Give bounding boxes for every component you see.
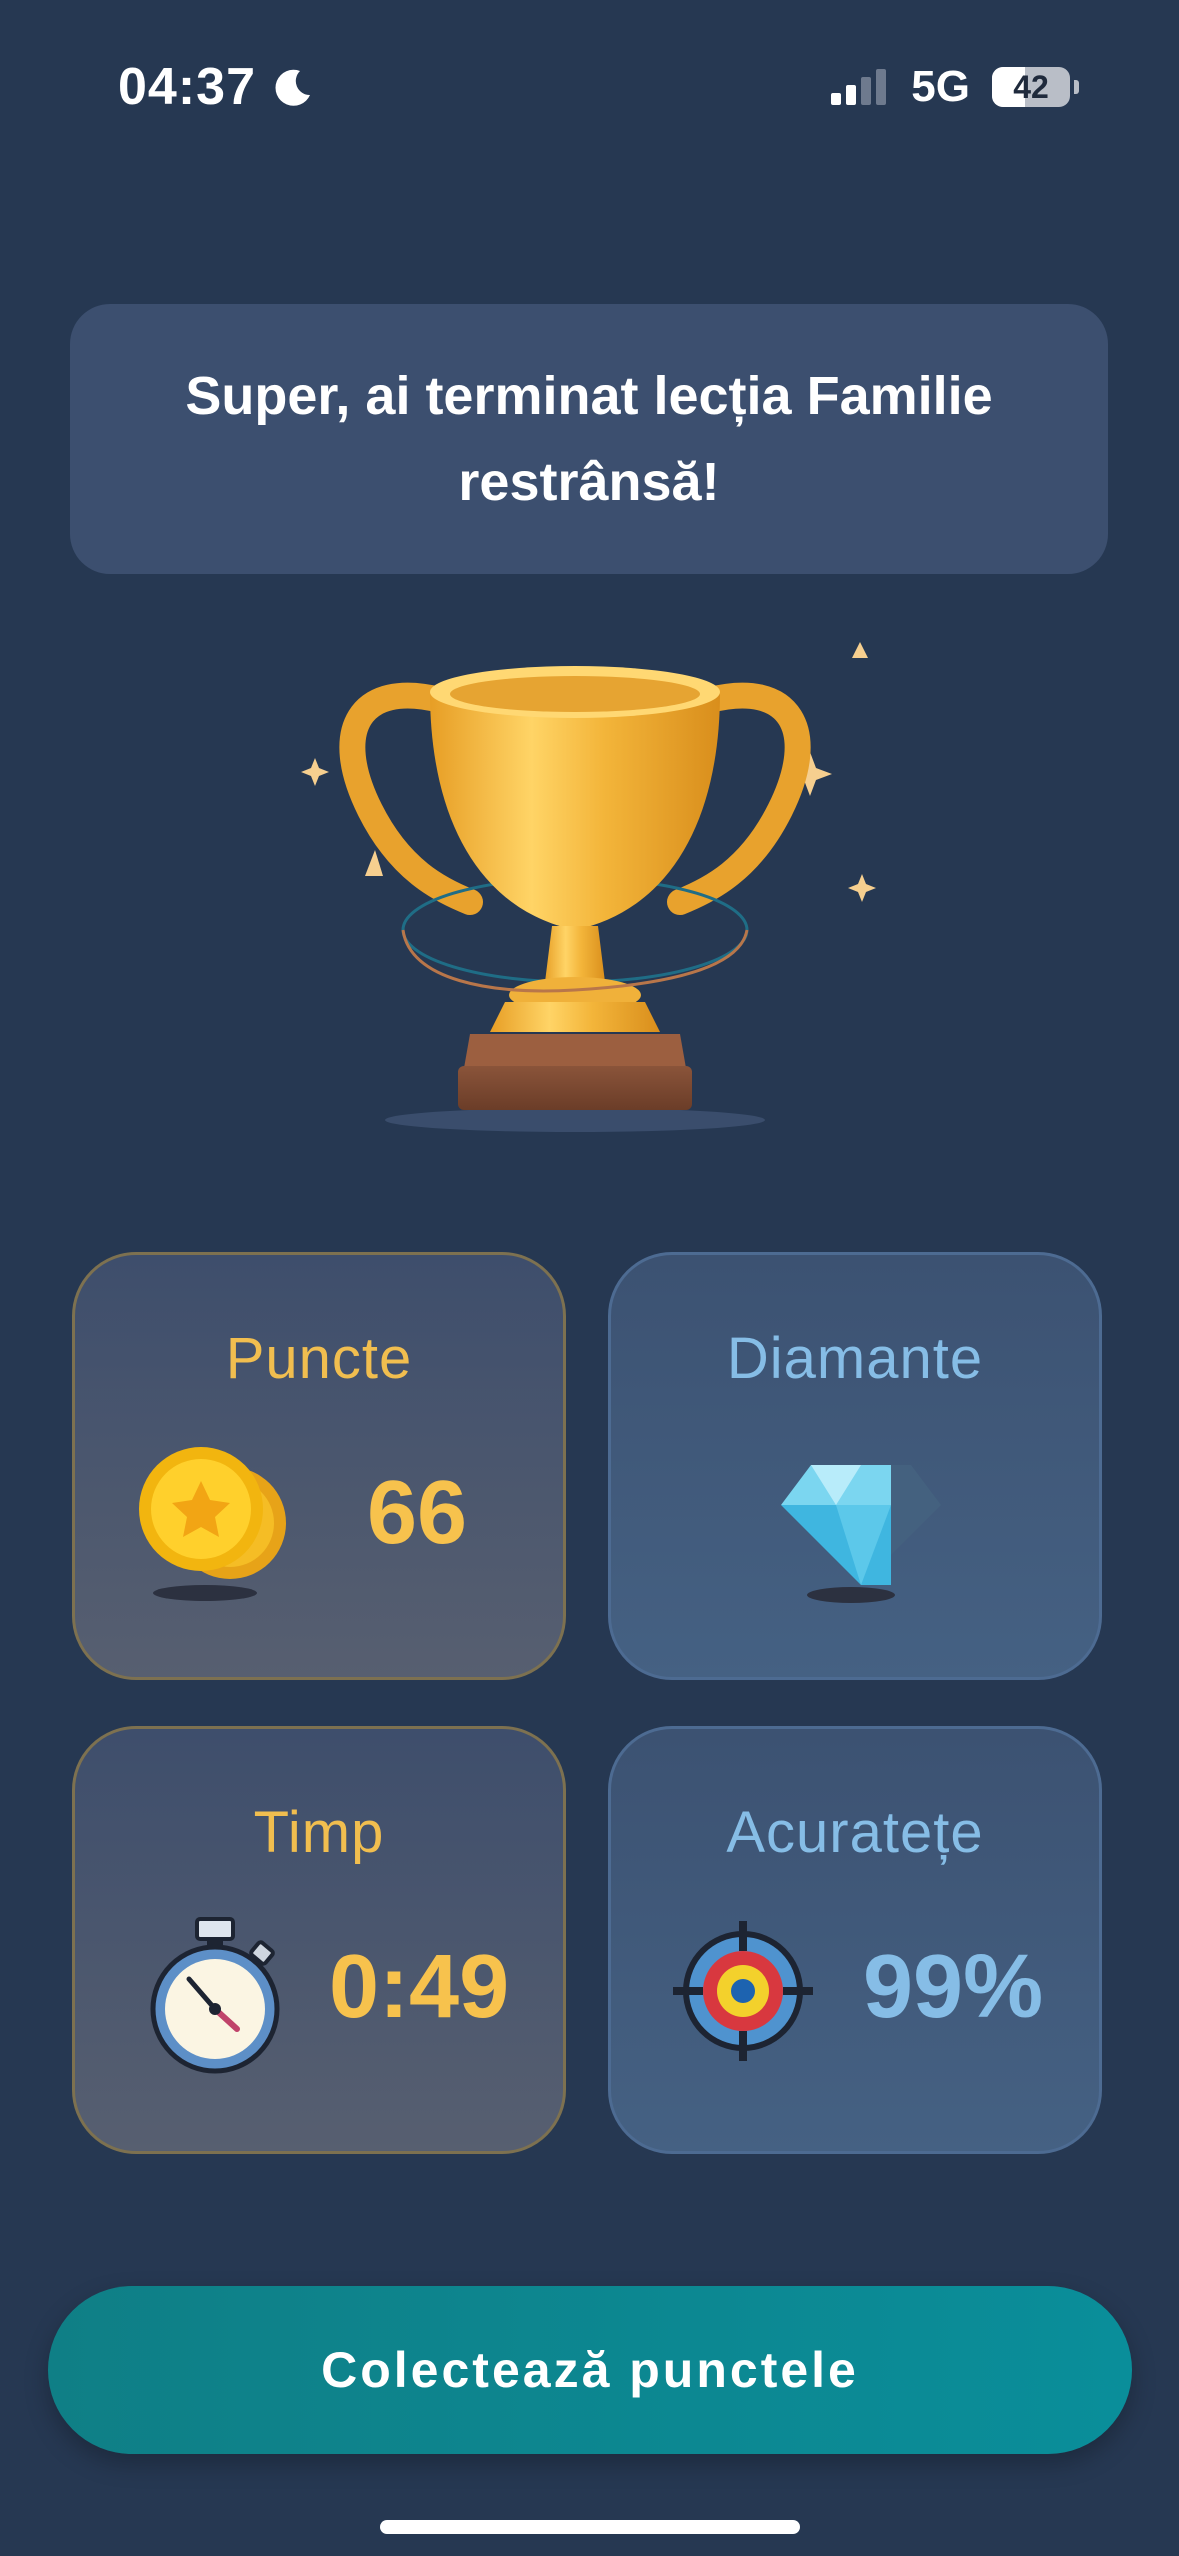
trophy-icon — [301, 642, 876, 1132]
points-label: Puncte — [225, 1326, 413, 1391]
diamonds-card: Diamante — [608, 1252, 1102, 1680]
completion-message: Super, ai terminat lecția Familie restrâ… — [185, 366, 993, 512]
moon-icon — [275, 69, 310, 106]
home-indicator[interactable] — [380, 2520, 800, 2534]
accuracy-value: 99% — [863, 1937, 1044, 2037]
battery-tip — [1074, 80, 1079, 94]
time-label: Timp — [253, 1800, 385, 1865]
points-card: Puncte 66 — [72, 1252, 566, 1680]
diamond-icon — [781, 1465, 941, 1603]
status-time-group: 04:37 — [118, 50, 314, 124]
diamonds-label: Diamante — [726, 1326, 984, 1391]
time-card: Timp 0:49 — [72, 1726, 566, 2154]
collect-points-button[interactable]: Colectează punctele — [48, 2286, 1132, 2454]
battery-percent: 42 — [1013, 68, 1049, 105]
accuracy-label: Acuratețe — [726, 1800, 984, 1865]
status-time: 04:37 — [118, 58, 256, 116]
status-indicators: 5G 42 — [829, 50, 1079, 124]
accuracy-card: Acuratețe 99% — [608, 1726, 1102, 2154]
completion-message-card: Super, ai terminat lecția Familie restrâ… — [70, 304, 1108, 574]
coins-icon — [139, 1447, 286, 1601]
battery-indicator: 42 — [992, 67, 1079, 107]
network-type: 5G — [911, 62, 970, 111]
stopwatch-icon — [150, 1917, 280, 2074]
lesson-complete-screen: 04:37 5G 42 Super, ai terminat lecția Fa… — [0, 0, 1179, 2556]
collect-points-label: Colectează punctele — [321, 2342, 859, 2398]
time-value: 0:49 — [329, 1937, 510, 2037]
battery-body: 42 — [992, 67, 1070, 107]
points-value: 66 — [367, 1463, 468, 1563]
target-icon — [673, 1921, 813, 2061]
cellular-signal-icon — [831, 69, 887, 105]
